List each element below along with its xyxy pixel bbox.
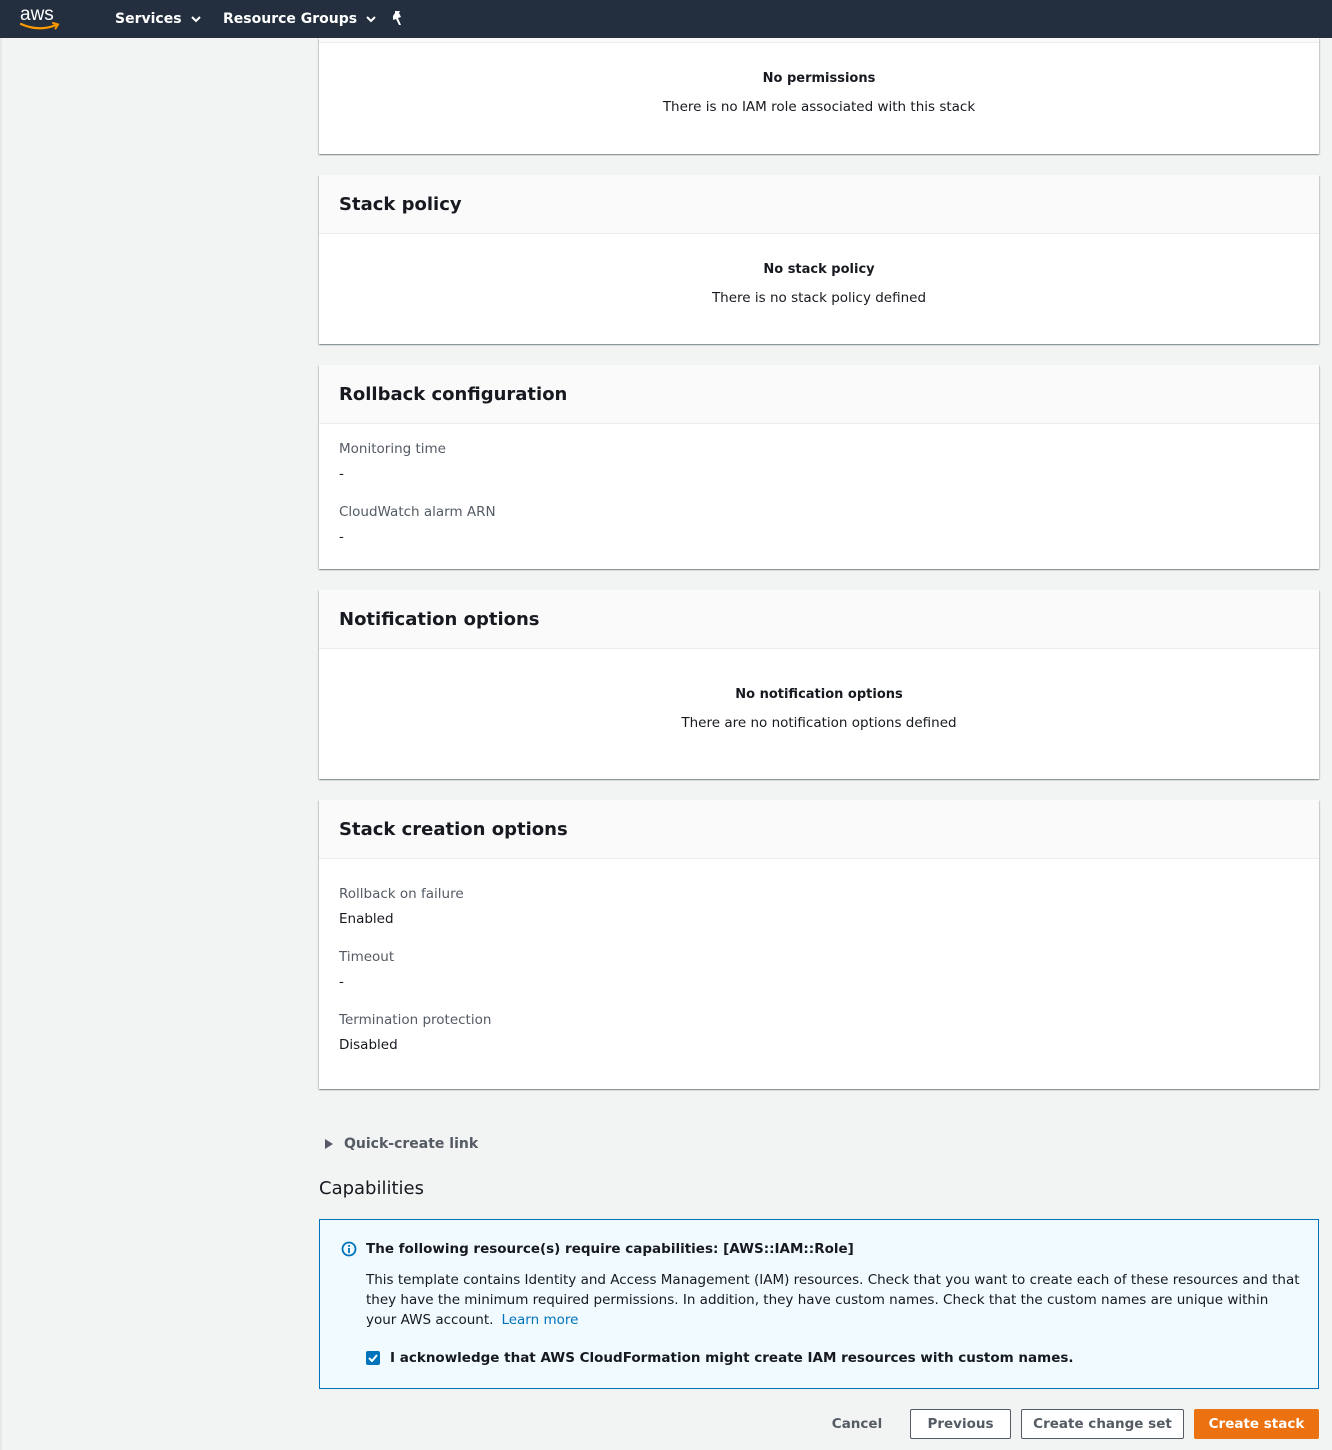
caret-right-icon: [325, 1139, 333, 1149]
services-menu[interactable]: Services: [115, 0, 201, 38]
timeout-label: Timeout: [339, 949, 395, 965]
stack-creation-options-title: Stack creation options: [319, 800, 1319, 859]
monitoring-time-value: -: [339, 466, 344, 482]
pin-icon[interactable]: [390, 10, 404, 26]
notification-options-panel: Notification options No notification opt…: [319, 590, 1319, 779]
stack-policy-empty-desc: There is no stack policy defined: [711, 290, 927, 306]
aws-logo[interactable]: aws: [20, 4, 62, 34]
cloudwatch-alarm-arn-value: -: [339, 529, 344, 545]
rollback-configuration-title: Rollback configuration: [319, 365, 1319, 424]
monitoring-time-label: Monitoring time: [339, 441, 446, 457]
cancel-button[interactable]: Cancel: [820, 1409, 894, 1439]
checkmark-icon: [368, 1354, 378, 1362]
stack-policy-panel: Stack policy No stack policy There is no…: [319, 175, 1319, 344]
chevron-down-icon: [366, 15, 376, 22]
capabilities-alert-body: This template contains Identity and Acce…: [366, 1270, 1301, 1330]
monitoring-time-field: Monitoring time -: [319, 424, 1319, 482]
permissions-empty-state: No permissions There is no IAM role asso…: [319, 43, 1319, 115]
notification-empty-state: No notification options There are no not…: [319, 649, 1319, 731]
rollback-on-failure-field: Rollback on failure Enabled: [319, 859, 1319, 927]
rollback-configuration-panel: Rollback configuration Monitoring time -…: [319, 365, 1319, 569]
previous-button[interactable]: Previous: [910, 1409, 1011, 1439]
services-label: Services: [115, 11, 182, 27]
quick-create-link-expander[interactable]: Quick-create link: [325, 1136, 478, 1152]
resource-groups-label: Resource Groups: [223, 11, 358, 27]
timeout-field: Timeout -: [319, 927, 1319, 990]
capabilities-heading: Capabilities: [319, 1178, 424, 1199]
notification-empty-desc: There are no notification options define…: [681, 715, 957, 731]
acknowledge-checkbox-row[interactable]: I acknowledge that AWS CloudFormation mi…: [366, 1350, 1074, 1366]
create-change-set-button[interactable]: Create change set: [1021, 1409, 1184, 1439]
cloudwatch-alarm-arn-field: CloudWatch alarm ARN -: [319, 482, 1319, 545]
timeout-value: -: [339, 974, 344, 990]
chevron-down-icon: [190, 15, 201, 22]
notification-empty-title: No notification options: [735, 687, 903, 702]
permissions-empty-title: No permissions: [762, 71, 876, 86]
termination-protection-value: Disabled: [339, 1037, 398, 1053]
capabilities-alert: The following resource(s) require capabi…: [319, 1219, 1319, 1389]
stack-policy-title: Stack policy: [319, 175, 1319, 234]
left-navigation-edge: [0, 38, 2, 1450]
top-navigation-bar: aws Services Resource Groups: [0, 0, 1332, 38]
stack-policy-empty-state: No stack policy There is no stack policy…: [319, 234, 1319, 306]
acknowledge-label: I acknowledge that AWS CloudFormation mi…: [390, 1350, 1074, 1366]
notification-options-title: Notification options: [319, 590, 1319, 649]
aws-smile-icon: [20, 22, 60, 30]
learn-more-link[interactable]: Learn more: [501, 1312, 578, 1328]
rollback-on-failure-label: Rollback on failure: [339, 886, 464, 902]
permissions-panel: No permissions There is no IAM role asso…: [319, 38, 1319, 154]
quick-create-link-label: Quick-create link: [344, 1136, 479, 1152]
termination-protection-label: Termination protection: [339, 1012, 492, 1028]
capabilities-alert-title: The following resource(s) require capabi…: [366, 1241, 854, 1257]
rollback-on-failure-value: Enabled: [339, 911, 394, 927]
stack-creation-options-panel: Stack creation options Rollback on failu…: [319, 800, 1319, 1089]
resource-groups-menu[interactable]: Resource Groups: [223, 0, 376, 38]
info-icon: [341, 1241, 357, 1257]
acknowledge-checkbox[interactable]: [366, 1351, 380, 1365]
cloudwatch-alarm-arn-label: CloudWatch alarm ARN: [339, 504, 496, 520]
stack-policy-empty-title: No stack policy: [763, 262, 875, 277]
termination-protection-field: Termination protection Disabled: [319, 990, 1319, 1053]
create-stack-button[interactable]: Create stack: [1194, 1409, 1319, 1439]
permissions-empty-desc: There is no IAM role associated with thi…: [662, 99, 976, 115]
